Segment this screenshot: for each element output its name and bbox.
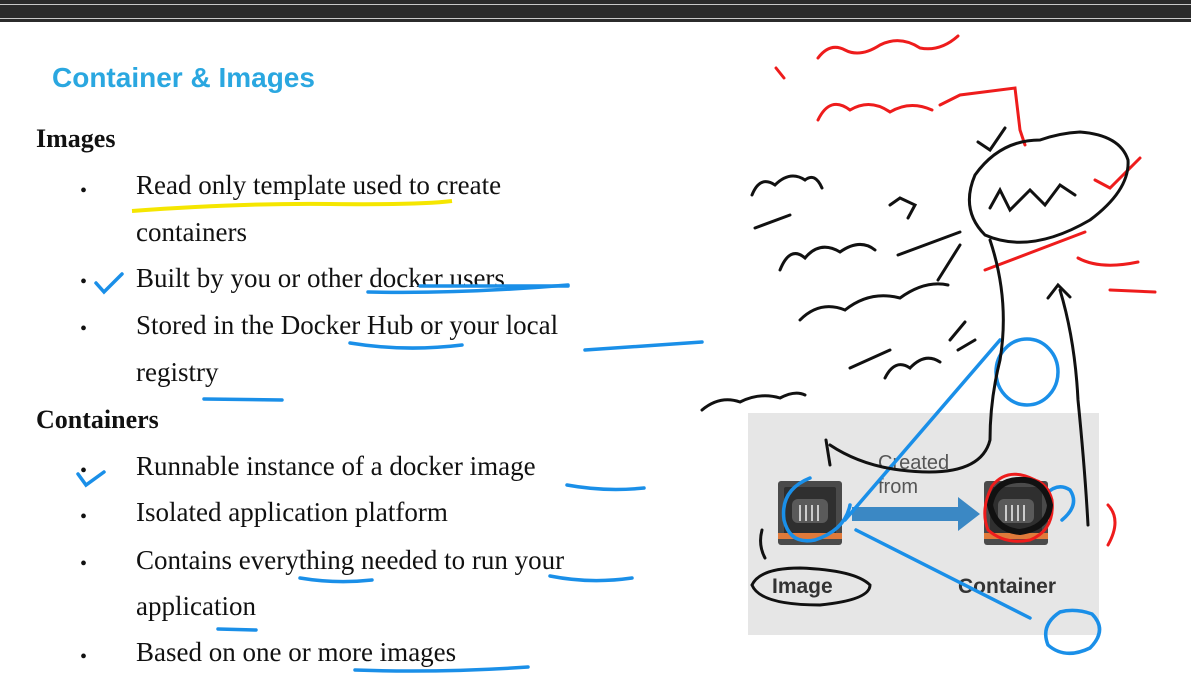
underline-docker-hub <box>348 341 464 350</box>
red-brace <box>1106 503 1117 547</box>
red-scribble-side <box>1076 256 1140 267</box>
black-line <box>936 243 962 282</box>
check-mark <box>94 272 124 295</box>
underline-application <box>216 627 258 632</box>
image-circle <box>750 566 872 607</box>
underline-run-your <box>548 574 634 583</box>
black-dash <box>848 348 892 370</box>
red-scribble-lifetime <box>816 102 934 122</box>
red-check <box>1093 156 1142 190</box>
underline-your-local <box>583 340 704 352</box>
red-slash <box>983 230 1087 272</box>
db-scribble <box>883 356 942 380</box>
black-marks <box>948 320 977 352</box>
red-tick <box>774 66 786 80</box>
blue-line <box>854 528 1032 620</box>
blue-line <box>843 338 1002 522</box>
code-scribble <box>750 174 824 197</box>
handwritten-annotations <box>76 34 1157 673</box>
blue-circle <box>994 337 1060 407</box>
red-bracket <box>938 86 1027 147</box>
underline-image <box>565 483 646 492</box>
black-arrow <box>896 230 962 257</box>
red-scribble-resources <box>816 34 960 60</box>
black-tick <box>759 528 767 560</box>
script-scribble <box>778 243 877 272</box>
underline-registry <box>202 397 284 402</box>
black-dash <box>753 213 792 230</box>
process-circle <box>967 130 1130 244</box>
blue-circle-image <box>781 476 852 543</box>
red-dash <box>1108 288 1157 294</box>
webapp-scribble <box>798 282 950 322</box>
check-mark <box>76 470 106 488</box>
underline-more-images <box>353 665 530 673</box>
black-curve-right <box>1058 288 1090 527</box>
black-circle-container <box>986 476 1054 536</box>
black-hook <box>888 196 918 220</box>
monitor-scribble <box>700 391 807 412</box>
blue-circle-small <box>1044 608 1102 655</box>
black-check <box>976 126 1007 153</box>
underline-everything <box>298 576 374 584</box>
highlight-underline <box>131 199 453 213</box>
process-scribble <box>988 182 1077 213</box>
